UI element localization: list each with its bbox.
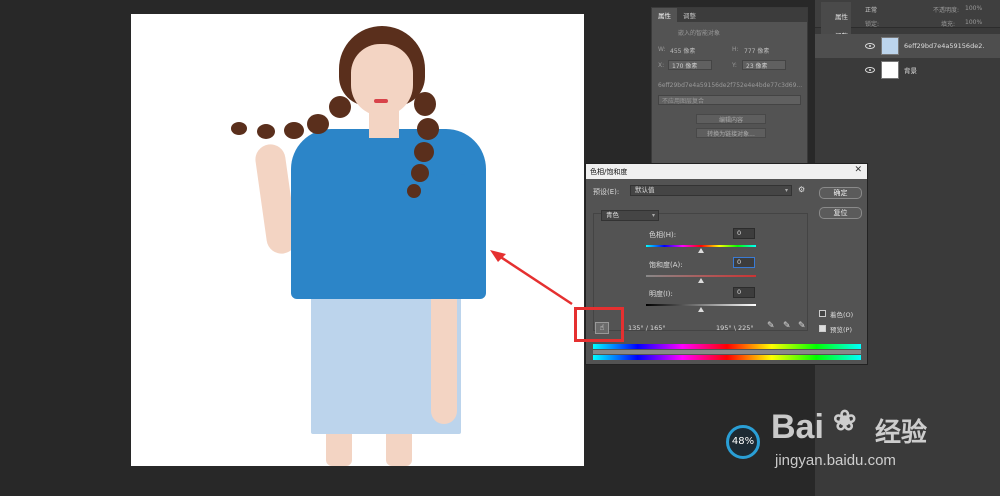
range-right: 195° \ 225°: [716, 324, 754, 332]
photo-braid: [411, 164, 429, 182]
preset-value: 默认值: [635, 186, 655, 194]
watermark-brand: Bai: [771, 408, 824, 446]
fill-value[interactable]: 100%: [965, 19, 982, 26]
photo-braid: [414, 92, 436, 116]
channel-value: 青色: [606, 211, 619, 219]
close-icon[interactable]: ✕: [854, 165, 862, 175]
watermark-brand2: 经验: [875, 417, 928, 447]
annotation-arrow: [490, 250, 573, 306]
h-value[interactable]: 777 像素: [744, 46, 769, 55]
layer-name[interactable]: 6eff29bd7e4a59156de2...: [904, 42, 984, 50]
watermark-url: jingyan.baidu.com: [775, 452, 896, 469]
photo-braid: [407, 184, 421, 198]
adjust-group: [593, 213, 808, 331]
reset-button[interactable]: 复位: [819, 207, 862, 219]
layer-thumbnail: [881, 37, 899, 55]
dialog-title: 色相/饱和度: [590, 168, 628, 176]
lightness-label: 明度(I):: [649, 290, 673, 298]
eyedropper-plus-icon[interactable]: ✎: [783, 321, 791, 331]
photo-lips: [374, 99, 388, 103]
eye-icon[interactable]: [865, 43, 875, 49]
saturation-slider-thumb[interactable]: [698, 278, 704, 283]
saturation-slider-track[interactable]: [646, 275, 756, 277]
photo-face: [351, 44, 413, 116]
paw-icon: ❀: [833, 405, 857, 436]
eyedropper-minus-icon[interactable]: ✎: [798, 321, 806, 331]
x-label: X:: [658, 62, 665, 69]
lightness-slider-track[interactable]: [646, 304, 756, 306]
fill-label: 填充:: [941, 21, 956, 28]
tab-properties-side[interactable]: 属性: [835, 11, 848, 21]
blend-mode-select[interactable]: 正常: [865, 5, 877, 14]
color-bar-top: [593, 344, 861, 349]
photo-braid: [284, 122, 304, 139]
opacity-label: 不透明度:: [933, 7, 960, 14]
y-label: Y:: [732, 62, 737, 69]
layer-row-smart[interactable]: 6eff29bd7e4a59156de2...: [815, 34, 1000, 58]
channel-select[interactable]: 青色 ▾: [601, 210, 659, 221]
colorize-label: 着色(O): [830, 311, 854, 319]
range-left: 135° / 165°: [628, 324, 666, 332]
hue-label: 色相(H):: [649, 231, 677, 239]
preset-label: 预设(E):: [593, 188, 620, 196]
convert-linked-button[interactable]: 转换为链接对象...: [696, 128, 766, 138]
hue-input[interactable]: 0: [733, 228, 755, 239]
watermark: Bai ❀ 经验 jingyan.baidu.com: [765, 380, 995, 490]
h-label: H:: [732, 46, 739, 53]
saturation-label: 饱和度(A):: [649, 261, 683, 269]
preview-label: 预览(P): [830, 326, 852, 334]
photo-braid: [231, 122, 247, 135]
hue-slider-track[interactable]: [646, 245, 756, 247]
photo-braid: [414, 142, 434, 162]
tab-adjustments[interactable]: 调整: [677, 8, 702, 22]
layer-comp-select[interactable]: 不应用图层复合: [658, 95, 801, 105]
annotation-highlight-box: [574, 307, 624, 342]
photo-braid: [329, 96, 351, 118]
color-bar-bottom: [593, 355, 861, 360]
y-field[interactable]: 23 像素: [742, 60, 786, 70]
gear-icon[interactable]: ⚙: [798, 185, 805, 194]
photo-braid: [307, 114, 329, 134]
chevron-down-icon: ▾: [784, 187, 788, 194]
colorize-checkbox[interactable]: [819, 310, 826, 317]
dialog-titlebar[interactable]: 色相/饱和度 ✕: [586, 164, 867, 179]
eyedropper-icon[interactable]: ✎: [767, 321, 775, 331]
hue-saturation-dialog: 色相/饱和度 ✕ 预设(E): 默认值 ▾ ⚙ 确定 复位 青色 ▾ 色相(H)…: [585, 163, 868, 365]
lightness-slider-thumb[interactable]: [698, 307, 704, 312]
photo-sleeve: [436, 170, 486, 283]
photo-braid: [257, 124, 275, 139]
range-bar[interactable]: [593, 350, 861, 354]
photo-braid: [417, 118, 439, 140]
opacity-value[interactable]: 100%: [965, 5, 982, 12]
layer-name[interactable]: 背景: [904, 65, 984, 75]
hue-slider-thumb[interactable]: [698, 248, 704, 253]
layer-thumbnail: [881, 61, 899, 79]
edit-contents-button[interactable]: 编辑内容: [696, 114, 766, 124]
zoom-indicator: 48%: [726, 425, 760, 459]
layer-row-background[interactable]: 背景: [815, 58, 1000, 82]
document-canvas[interactable]: [131, 14, 584, 466]
chevron-down-icon: ▾: [651, 212, 655, 219]
eye-icon[interactable]: [865, 67, 875, 73]
ok-button[interactable]: 确定: [819, 187, 862, 199]
preview-checkbox[interactable]: [819, 325, 826, 332]
x-field[interactable]: 170 像素: [668, 60, 712, 70]
preset-select[interactable]: 默认值 ▾: [630, 185, 792, 196]
smart-object-label: 嵌入的智能对象: [678, 30, 721, 37]
saturation-input[interactable]: 0: [733, 257, 755, 268]
tab-properties[interactable]: 属性: [652, 8, 677, 22]
lock-label: 锁定:: [865, 21, 880, 28]
linked-filename: 6eff29bd7e4a59156de2f752e4e4bde77c3d69..…: [658, 82, 803, 89]
w-label: W:: [658, 46, 666, 53]
lightness-input[interactable]: 0: [733, 287, 755, 298]
w-value[interactable]: 455 像素: [670, 46, 695, 55]
